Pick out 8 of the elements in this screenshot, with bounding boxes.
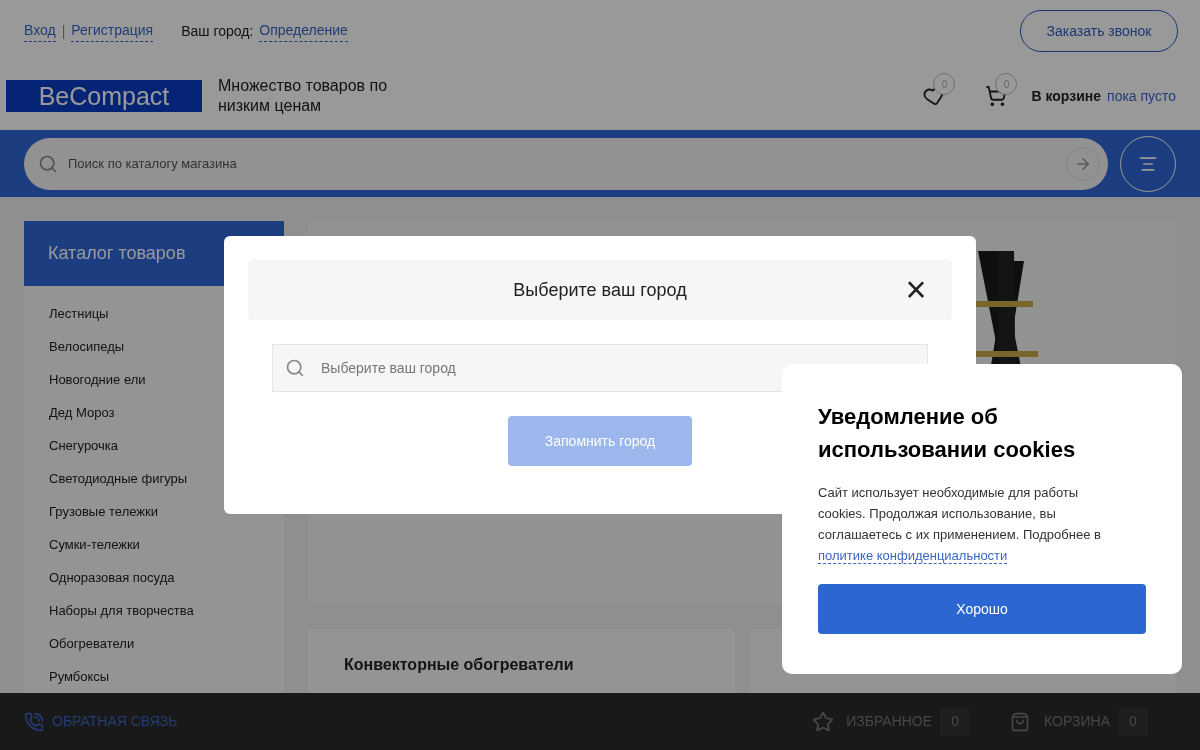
card-title: Конвекторные обогреватели — [344, 655, 575, 675]
cookie-text: Сайт использует необходимые для работы cookies. Продолжая использование, вы соглашаетесь с их применением. Подробнее в политике конфиденциальности — [818, 484, 1102, 566]
separator: | — [61, 21, 66, 41]
tagline: Множество товаров по низким ценам — [218, 76, 389, 116]
cookie-title: Уведомление об использовании cookies — [818, 403, 1077, 464]
dialog-title: Выберите ваш город — [513, 278, 687, 302]
city-label: Ваш город: — [181, 21, 254, 41]
cart-label: В корзине — [1031, 86, 1102, 106]
